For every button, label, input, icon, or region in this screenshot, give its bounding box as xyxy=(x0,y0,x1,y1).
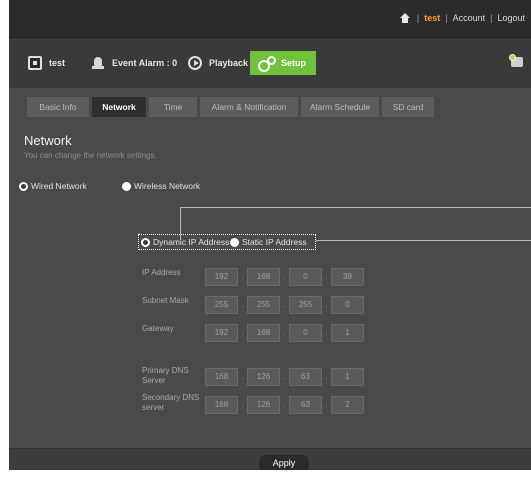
account-link[interactable]: Account xyxy=(453,13,486,23)
gateway-field: 192 . 168 . 0 . 1 xyxy=(205,323,364,342)
nav-playback[interactable]: Playback xyxy=(188,52,248,74)
alarm-icon xyxy=(91,56,105,70)
nav-event-alarm[interactable]: Event Alarm : 0 xyxy=(91,52,177,74)
wireless-network-label: Wireless Network xyxy=(134,181,201,191)
app-window: | test | Account | Logout test Event Ala… xyxy=(9,0,531,470)
gateway-octet-input[interactable]: 168 xyxy=(247,323,280,342)
play-icon xyxy=(188,56,202,70)
tab-network[interactable]: Network xyxy=(92,97,146,117)
page-description: You can change the network settings. xyxy=(24,151,157,160)
dns1-octet-input[interactable]: 63 xyxy=(289,367,322,386)
ip-connector-line xyxy=(316,240,531,241)
user-link[interactable]: test xyxy=(424,13,440,23)
subnet-octet-input[interactable]: 255 xyxy=(205,295,238,314)
ip-address-field: 192 . 168 . 0 . 39 xyxy=(205,267,364,286)
main-nav: test Event Alarm : 0 Playback Setup xyxy=(9,38,531,88)
dynamic-ip-label: Dynamic IP Address xyxy=(153,237,230,247)
tab-time[interactable]: Time xyxy=(149,97,197,117)
logout-link[interactable]: Logout xyxy=(497,13,525,23)
subnet-mask-label: Subnet Mask xyxy=(142,296,189,305)
radio-unselected-icon xyxy=(122,181,131,191)
nav-event-alarm-label: Event Alarm : 0 xyxy=(112,58,178,68)
gateway-octet-input[interactable]: 1 xyxy=(331,323,364,342)
subnet-octet-input[interactable]: 0 xyxy=(331,295,364,314)
radio-selected-icon xyxy=(141,237,150,247)
ip-octet-input[interactable]: 0 xyxy=(289,267,322,286)
tab-alarm-schedule[interactable]: Alarm Schedule xyxy=(301,97,379,117)
gateway-octet-input[interactable]: 192 xyxy=(205,323,238,342)
dns2-octet-input[interactable]: 126 xyxy=(247,395,280,414)
static-ip-radio[interactable]: Static IP Address xyxy=(230,237,307,247)
camera-icon xyxy=(28,56,42,70)
session-status-icon[interactable] xyxy=(509,54,525,70)
top-links: | test | Account | Logout xyxy=(399,13,525,23)
page-title: Network xyxy=(24,133,72,148)
dns1-octet-input[interactable]: 168 xyxy=(205,367,238,386)
apply-button[interactable]: Apply xyxy=(259,455,309,470)
nav-setup[interactable]: Setup xyxy=(250,51,317,75)
subnet-octet-input[interactable]: 255 xyxy=(289,295,322,314)
dynamic-ip-radio[interactable]: Dynamic IP Address xyxy=(141,237,229,247)
home-icon[interactable] xyxy=(399,13,410,23)
dns2-octet-input[interactable]: 2 xyxy=(331,395,364,414)
primary-dns-field: 168 . 126 . 63 . 1 xyxy=(205,367,364,386)
nav-live-label: test xyxy=(49,58,66,68)
dns2-octet-input[interactable]: 168 xyxy=(205,395,238,414)
setup-tabs: Basic Info Network Time Alarm & Notifica… xyxy=(27,97,437,117)
tab-alarm-notification[interactable]: Alarm & Notification xyxy=(200,97,298,117)
top-bar: | test | Account | Logout xyxy=(9,0,531,38)
gear-icon xyxy=(258,56,276,72)
wired-network-radio[interactable]: Wired Network xyxy=(19,181,87,191)
dns1-octet-input[interactable]: 1 xyxy=(331,367,364,386)
gateway-octet-input[interactable]: 0 xyxy=(289,323,322,342)
ip-octet-input[interactable]: 39 xyxy=(331,267,364,286)
tab-basic-info[interactable]: Basic Info xyxy=(27,97,89,117)
subnet-octet-input[interactable]: 255 xyxy=(247,295,280,314)
secondary-dns-label: Secondary DNS server xyxy=(142,393,200,412)
ip-octet-input[interactable]: 168 xyxy=(247,267,280,286)
wired-network-label: Wired Network xyxy=(31,181,87,191)
nav-playback-label: Playback xyxy=(209,58,249,68)
nav-live[interactable]: test xyxy=(28,52,65,74)
radio-unselected-icon xyxy=(230,237,239,247)
dns1-octet-input[interactable]: 126 xyxy=(247,367,280,386)
wireless-network-radio[interactable]: Wireless Network xyxy=(122,181,200,191)
secondary-dns-field: 168 . 126 . 63 . 2 xyxy=(205,395,364,414)
gateway-label: Gateway xyxy=(142,324,174,333)
ip-address-label: IP Address xyxy=(142,268,181,277)
radio-selected-icon xyxy=(19,181,28,191)
ip-octet-input[interactable]: 192 xyxy=(205,267,238,286)
nav-setup-label: Setup xyxy=(281,58,307,68)
static-ip-label: Static IP Address xyxy=(242,237,307,247)
tab-sd-card[interactable]: SD card xyxy=(382,97,434,117)
dns2-octet-input[interactable]: 63 xyxy=(289,395,322,414)
subnet-mask-field: 255 . 255 . 255 . 0 xyxy=(205,295,364,314)
primary-dns-label: Primary DNS Server xyxy=(142,366,189,385)
